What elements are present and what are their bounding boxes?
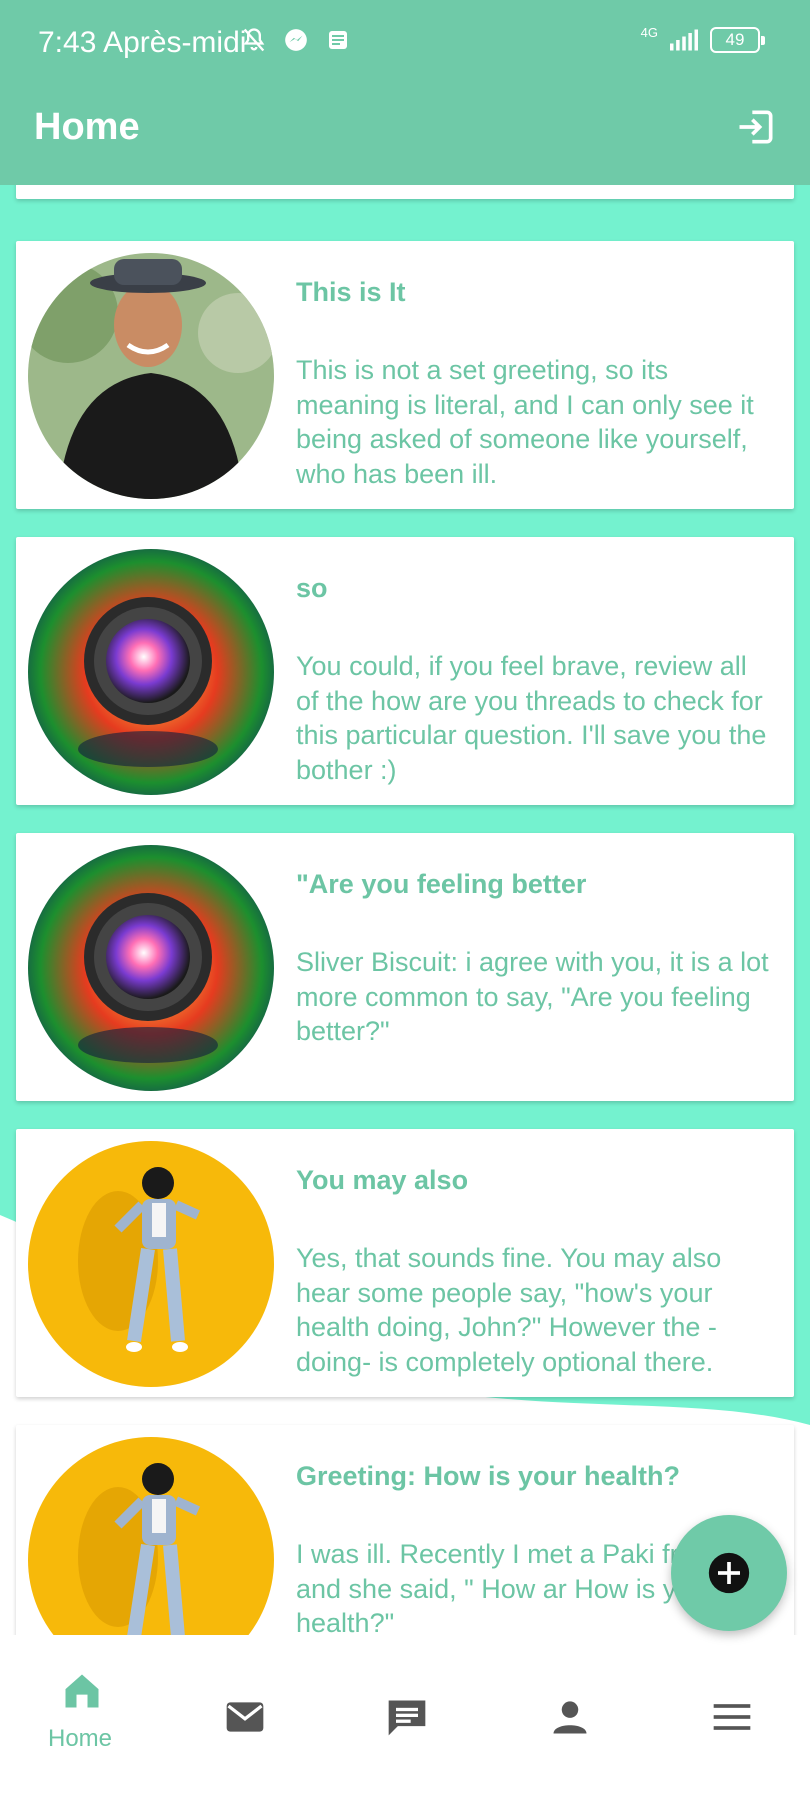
person-icon: [548, 1695, 592, 1739]
post-avatar: [28, 1437, 274, 1635]
menu-icon: [710, 1695, 754, 1739]
post-title: You may also: [296, 1165, 469, 1195]
network-type: 4G: [640, 24, 658, 40]
post-avatar: [28, 1141, 274, 1387]
nav-profile[interactable]: [508, 1659, 628, 1779]
post-body: You could, if you feel brave, review all…: [296, 651, 767, 785]
home-icon: [60, 1669, 104, 1713]
bottom-navigation: Home: [0, 1635, 810, 1800]
post-body: Yes, that sounds fine. You may also hear…: [296, 1243, 722, 1377]
camera-lens-photo: [28, 845, 274, 1091]
post-body: This is not a set greeting, so its meani…: [296, 355, 754, 489]
status-icons-right: 4G 49: [640, 24, 765, 54]
nav-menu[interactable]: [670, 1659, 790, 1779]
app-header: 7:43 Après-midi 4G 49 Home: [0, 0, 810, 185]
post-card[interactable]: This is It This is not a set greeting, s…: [16, 241, 794, 509]
post-title: Greeting: How is your health?: [296, 1461, 681, 1491]
post-card[interactable]: so You could, if you feel brave, review …: [16, 537, 794, 805]
camera-lens-photo: [28, 549, 274, 795]
dancing-woman-photo: [28, 1437, 274, 1635]
signal-icon: [670, 26, 698, 54]
post-card[interactable]: You may also Yes, that sounds fine. You …: [16, 1129, 794, 1397]
dancing-woman-photo: [28, 1141, 274, 1387]
post-avatar: [28, 549, 274, 795]
post-body: Sliver Biscuit: i agree with you, it is …: [296, 947, 769, 1046]
post-title: "Are you feeling better: [296, 869, 587, 899]
post-card-partial[interactable]: [16, 185, 794, 199]
post-card[interactable]: "Are you feeling better Sliver Biscuit: …: [16, 833, 794, 1101]
nav-home[interactable]: Home: [20, 1659, 140, 1779]
nav-mail[interactable]: [183, 1659, 303, 1779]
feed-list[interactable]: This is It This is not a set greeting, s…: [0, 185, 810, 1635]
mail-icon: [223, 1695, 267, 1739]
man-with-hat-photo: [28, 253, 274, 499]
page-title: Home: [34, 106, 140, 148]
nav-chat[interactable]: [345, 1659, 465, 1779]
battery-icon: 49: [710, 27, 765, 53]
add-icon: [708, 1552, 750, 1594]
logout-button[interactable]: [732, 103, 780, 151]
chat-icon: [385, 1695, 429, 1739]
post-title: This is It: [296, 277, 406, 307]
post-avatar: [28, 845, 274, 1091]
logout-icon: [739, 110, 773, 144]
messenger-icon: [282, 26, 310, 54]
status-time: 7:43 Après-midi: [38, 26, 247, 59]
notes-icon: [324, 26, 352, 54]
status-bar: 7:43 Après-midi 4G 49: [0, 0, 810, 90]
nav-home-label: Home: [47, 1725, 113, 1752]
post-avatar: [28, 253, 274, 499]
mute-icon: [240, 26, 268, 54]
status-icons-left: [240, 26, 352, 54]
post-card[interactable]: Greeting: How is your health? I was ill.…: [16, 1425, 794, 1635]
add-post-button[interactable]: [671, 1515, 787, 1631]
post-title: so: [296, 573, 328, 603]
